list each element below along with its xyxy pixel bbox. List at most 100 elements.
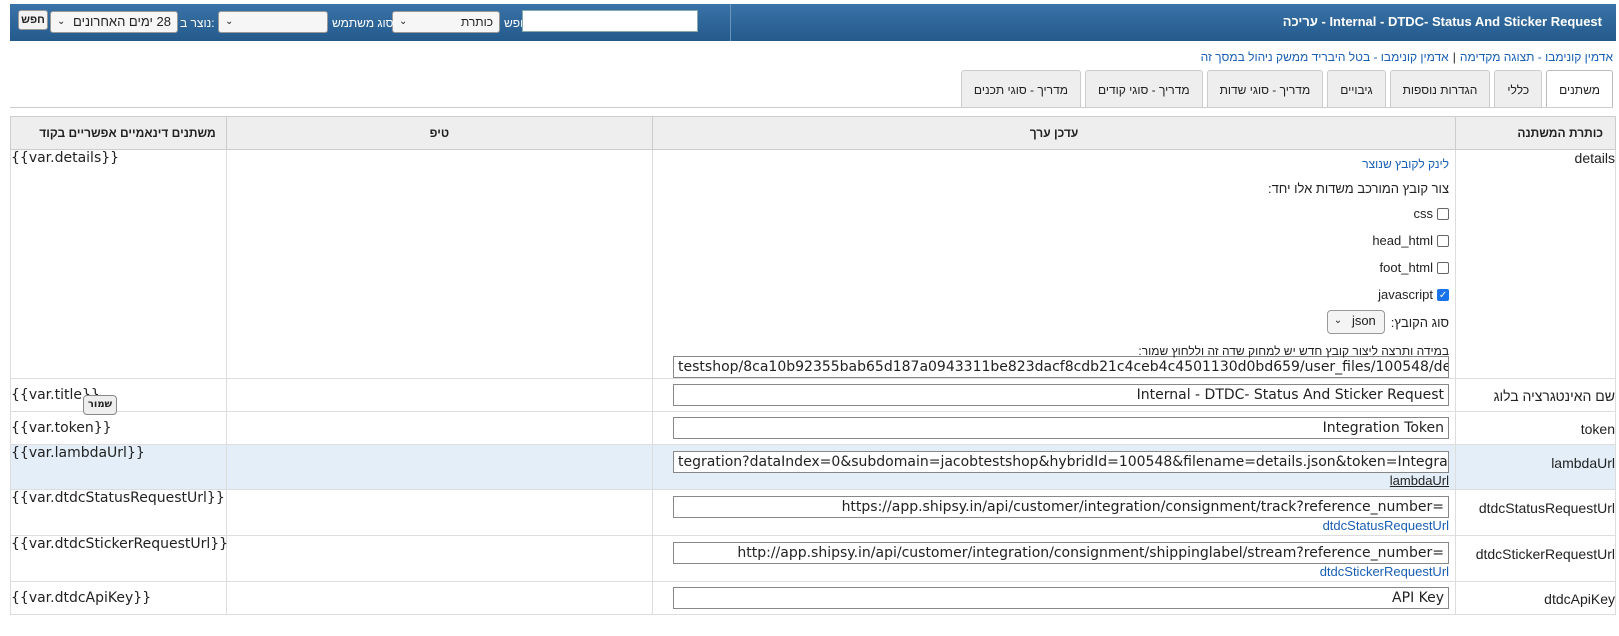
var-type-label: סוג משתמש: [332,16,397,30]
generated-file-link[interactable]: לינק לקובץ שנוצר [1362,157,1449,171]
file-type-label: סוג הקובץ: [1390,314,1450,330]
chevron-down-icon: ⌄ [1333,315,1343,326]
top-toolbar: Internal - DTDC- Status And Sticker Requ… [10,4,1616,41]
value-cell: לינק לקובץ שנוצר צור קובץ המורכב משדות א… [652,149,1457,379]
table-row: token Integration Token {{var.token}} [10,411,1616,445]
dynamic-var: {{var.lambdaUrl}} [10,444,227,490]
details-value-input[interactable]: testshop/8ca10b92355bab65d187a0943311be8… [673,356,1450,378]
tip-cell [225,535,654,582]
sticker-url-input[interactable]: http://app.shipsy.in/api/customer/integr… [673,542,1450,564]
tab-variables[interactable]: משתנים [1546,70,1613,108]
value-cell: Internal - DTDC- Status And Sticker Requ… [652,378,1457,412]
title-value-input[interactable]: Internal - DTDC- Status And Sticker Requ… [673,384,1450,406]
checkmark-icon[interactable]: ✓ [1437,288,1450,301]
details-editor: לינק לקובץ שנוצר צור קובץ המורכב משדות א… [653,150,1455,358]
checkbox-css[interactable]: css [653,200,1450,227]
checkbox-foot-html[interactable]: foot_html [653,254,1450,281]
header-variable-title: כותרת המשתנה [1455,116,1616,150]
variable-name: dtdcStickerRequestUrl [1455,535,1616,582]
token-value-input[interactable]: Integration Token [673,417,1450,439]
table-header-row: כותרת המשתנה עדכן ערך טיפ משתנים דינאמיי… [10,116,1616,150]
search-field-select[interactable]: כותרת ⌄ [392,11,500,33]
value-cell: https://app.shipsy.in/api/customer/integ… [652,489,1457,536]
created-value: 28 ימים האחרונים [73,14,171,29]
search-input[interactable] [522,10,698,32]
header-update-value: עדכן ערך [652,116,1457,150]
tip-cell [225,411,654,445]
variable-name: שם האינטגרציה בלוג [1455,378,1616,412]
dynamic-var: {{var.dtdcApiKey}} [10,581,227,615]
tip-cell [225,489,654,536]
checkbox-javascript[interactable]: ✓ javascript [653,281,1450,308]
search-button[interactable]: חפש [18,10,48,30]
table-row: dtdcStickerRequestUrl http://app.shipsy.… [10,535,1616,582]
link-separator: | [1452,50,1456,64]
variable-name: dtdcApiKey [1455,581,1616,615]
dynamic-var: {{var.dtdcStatusRequestUrl}} [10,489,227,536]
tab-underline [10,107,1613,108]
file-type-select[interactable]: json ⌄ [1326,310,1385,334]
chevron-down-icon: ⌄ [225,16,234,27]
page-title: Internal - DTDC- Status And Sticker Requ… [1282,14,1602,29]
tab-bar: משתנים כללי הגדרות נוספות גיבויים מדריך … [957,70,1613,108]
dynamic-var: {{var.details}} [10,149,227,379]
var-type-select[interactable]: ⌄ [218,11,328,33]
checkbox-icon[interactable] [1437,261,1450,274]
dynamic-var: {{var.dtdcStickerRequestUrl}} [10,535,228,582]
search-field-value: כותרת [460,15,493,29]
header-tip: טיפ [225,116,654,150]
file-type-row: סוג הקובץ: json ⌄ [653,308,1449,336]
toolbar-divider [730,4,731,41]
tab-code-types-guide[interactable]: מדריך - סוגי קודים [1084,70,1203,107]
variable-name: dtdcStatusRequestUrl [1455,489,1616,536]
checkbox-label: css [1413,206,1434,221]
cancel-hybrid-link[interactable]: אדמין קונימבו - בטל היבריד ממשק ניהול במ… [1201,50,1449,64]
tip-cell [225,378,654,412]
checkbox-icon[interactable] [1437,234,1450,247]
tab-general[interactable]: כללי [1494,70,1543,107]
checkbox-icon[interactable] [1437,207,1450,220]
tip-cell [225,149,654,379]
api-key-input[interactable]: API Key [673,587,1450,609]
compose-label: צור קובץ המורכב משדות אלו יחד: [1267,181,1450,196]
tip-cell [225,581,654,615]
created-select[interactable]: 28 ימים האחרונים ⌄ [50,11,178,33]
checkbox-label: head_html [1372,233,1434,248]
value-cell: API Key [652,581,1457,615]
table-row: lambdaUrl tegration?dataIndex=0&subdomai… [10,444,1616,490]
lambda-url-input[interactable]: tegration?dataIndex=0&subdomain=jacobtes… [673,451,1450,473]
admin-links: אדמין קונימבו - תצוגה מקדימה |אדמין קונימ… [1201,50,1613,64]
checkbox-label: javascript [1378,287,1434,302]
status-url-link[interactable]: dtdcStatusRequestUrl [653,518,1455,534]
variables-table: כותרת המשתנה עדכן ערך טיפ משתנים דינאמיי… [10,116,1616,615]
variable-name: lambdaUrl [1455,444,1616,490]
dynamic-var: {{var.token}} [10,411,227,445]
variable-name: details [1455,149,1616,379]
lambda-url-link[interactable]: lambdaUrl [653,473,1455,489]
tab-content-types-guide[interactable]: מדריך - סוגי תכנים [960,70,1081,107]
new-file-note: במידה ותרצה ליצור קובץ חדש יש למחוק שדה … [1138,344,1450,358]
header-dynamic-vars: משתנים דינאמיים אפשריים בקוד [10,116,227,150]
value-cell: tegration?dataIndex=0&subdomain=jacobtes… [652,444,1457,490]
dynamic-var-cell: {{var.title}} שמור [10,378,227,415]
tip-cell [225,444,654,490]
table-row: dtdcApiKey API Key {{var.dtdcApiKey}} [10,581,1616,615]
sticker-url-link[interactable]: dtdcStickerRequestUrl [653,564,1455,580]
variable-name: token [1455,411,1616,445]
table-row: details לינק לקובץ שנוצר צור קובץ המורכב… [10,149,1616,379]
tab-field-types-guide[interactable]: מדריך - סוגי שדות [1206,70,1324,107]
created-label: נוצר ב: [180,16,215,30]
value-cell: Integration Token [652,411,1457,445]
value-cell: http://app.shipsy.in/api/customer/integr… [652,535,1457,582]
tab-backups[interactable]: גיבויים [1327,70,1386,107]
file-type-value: json [1351,313,1376,328]
status-url-input[interactable]: https://app.shipsy.in/api/customer/integ… [673,496,1450,518]
preview-link[interactable]: אדמין קונימבו - תצוגה מקדימה [1460,50,1613,64]
table-row: dtdcStatusRequestUrl https://app.shipsy.… [10,489,1616,536]
checkbox-label: foot_html [1379,260,1434,275]
tab-more-settings[interactable]: הגדרות נוספות [1389,70,1491,107]
chevron-down-icon: ⌄ [399,16,408,27]
checkbox-head-html[interactable]: head_html [653,227,1450,254]
chevron-down-icon: ⌄ [57,16,66,27]
table-row: שם האינטגרציה בלוג Internal - DTDC- Stat… [10,378,1616,415]
